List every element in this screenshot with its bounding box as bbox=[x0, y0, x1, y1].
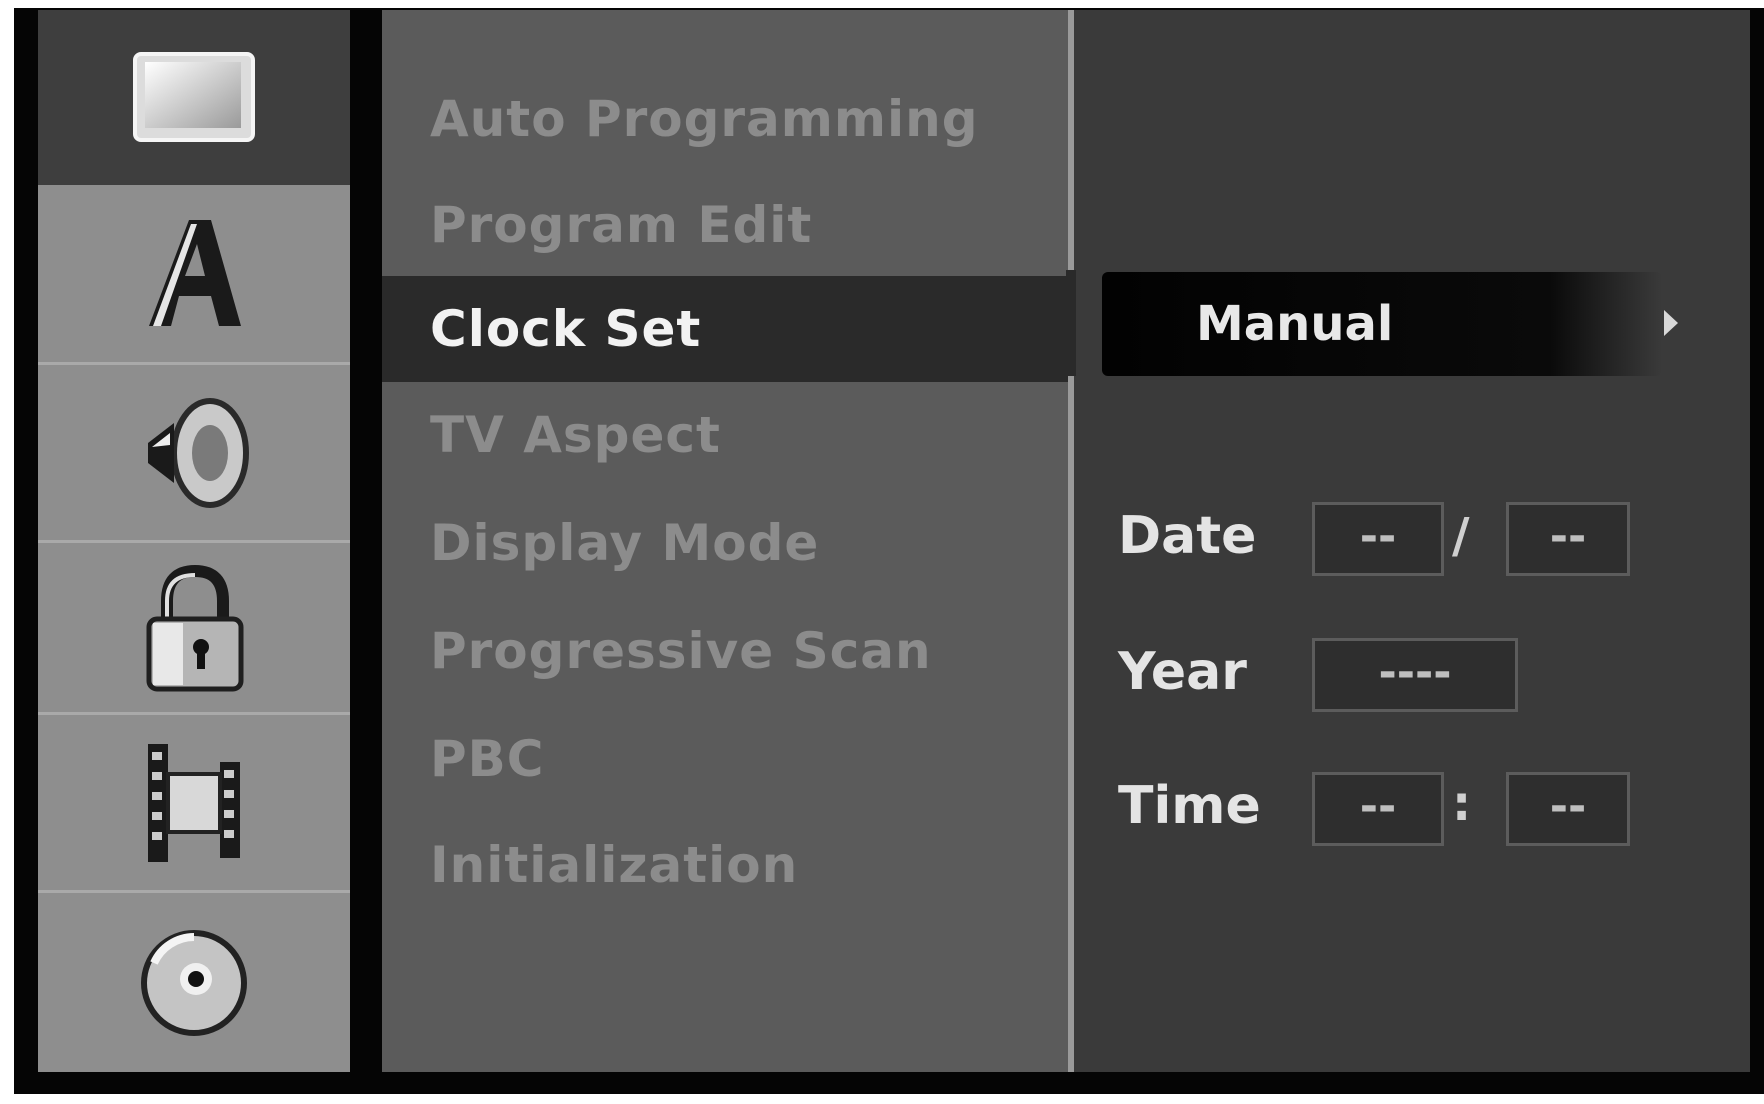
menu-item-progressive-scan[interactable]: Progressive Scan bbox=[382, 598, 1068, 704]
sidebar-item-language[interactable] bbox=[38, 185, 350, 365]
setup-menu-list: Auto Programming Program Edit Clock Set … bbox=[382, 10, 1068, 1072]
chevron-right-icon[interactable] bbox=[1664, 310, 1678, 336]
date-month-field[interactable]: -- bbox=[1312, 502, 1444, 576]
sidebar-item-lock[interactable] bbox=[38, 543, 350, 715]
time-hour-field[interactable]: -- bbox=[1312, 772, 1444, 846]
category-sidebar bbox=[38, 10, 350, 1072]
year-field[interactable]: ---- bbox=[1312, 638, 1518, 712]
year-label: Year bbox=[1118, 642, 1247, 702]
sidebar-item-recording[interactable] bbox=[38, 715, 350, 893]
date-day-field[interactable]: -- bbox=[1506, 502, 1630, 576]
menu-item-pbc[interactable]: PBC bbox=[382, 706, 1068, 812]
clock-mode-label: Manual bbox=[1196, 296, 1394, 352]
film-recording-icon bbox=[148, 743, 240, 862]
menu-item-auto-programming[interactable]: Auto Programming bbox=[382, 66, 1068, 172]
sidebar-item-audio[interactable] bbox=[38, 365, 350, 543]
selection-connector bbox=[1066, 270, 1076, 376]
sidebar-item-general[interactable] bbox=[38, 10, 350, 185]
speaker-audio-icon bbox=[148, 397, 249, 508]
menu-item-program-edit[interactable]: Program Edit bbox=[382, 172, 1068, 278]
time-label: Time bbox=[1118, 776, 1261, 836]
menu-item-display-mode[interactable]: Display Mode bbox=[382, 490, 1068, 596]
menu-item-initialization[interactable]: Initialization bbox=[382, 812, 1068, 918]
date-separator: / bbox=[1452, 508, 1470, 564]
time-minute-field[interactable]: -- bbox=[1506, 772, 1630, 846]
disc-icon bbox=[141, 929, 247, 1036]
language-a-icon bbox=[149, 219, 241, 326]
lock-icon bbox=[146, 564, 244, 691]
tv-screen-icon bbox=[133, 51, 255, 142]
sidebar-item-disc[interactable] bbox=[38, 893, 350, 1072]
date-label: Date bbox=[1118, 506, 1257, 566]
menu-item-tv-aspect[interactable]: TV Aspect bbox=[382, 382, 1068, 488]
time-separator: : bbox=[1452, 776, 1472, 832]
menu-item-clock-set[interactable]: Clock Set bbox=[382, 276, 1068, 382]
